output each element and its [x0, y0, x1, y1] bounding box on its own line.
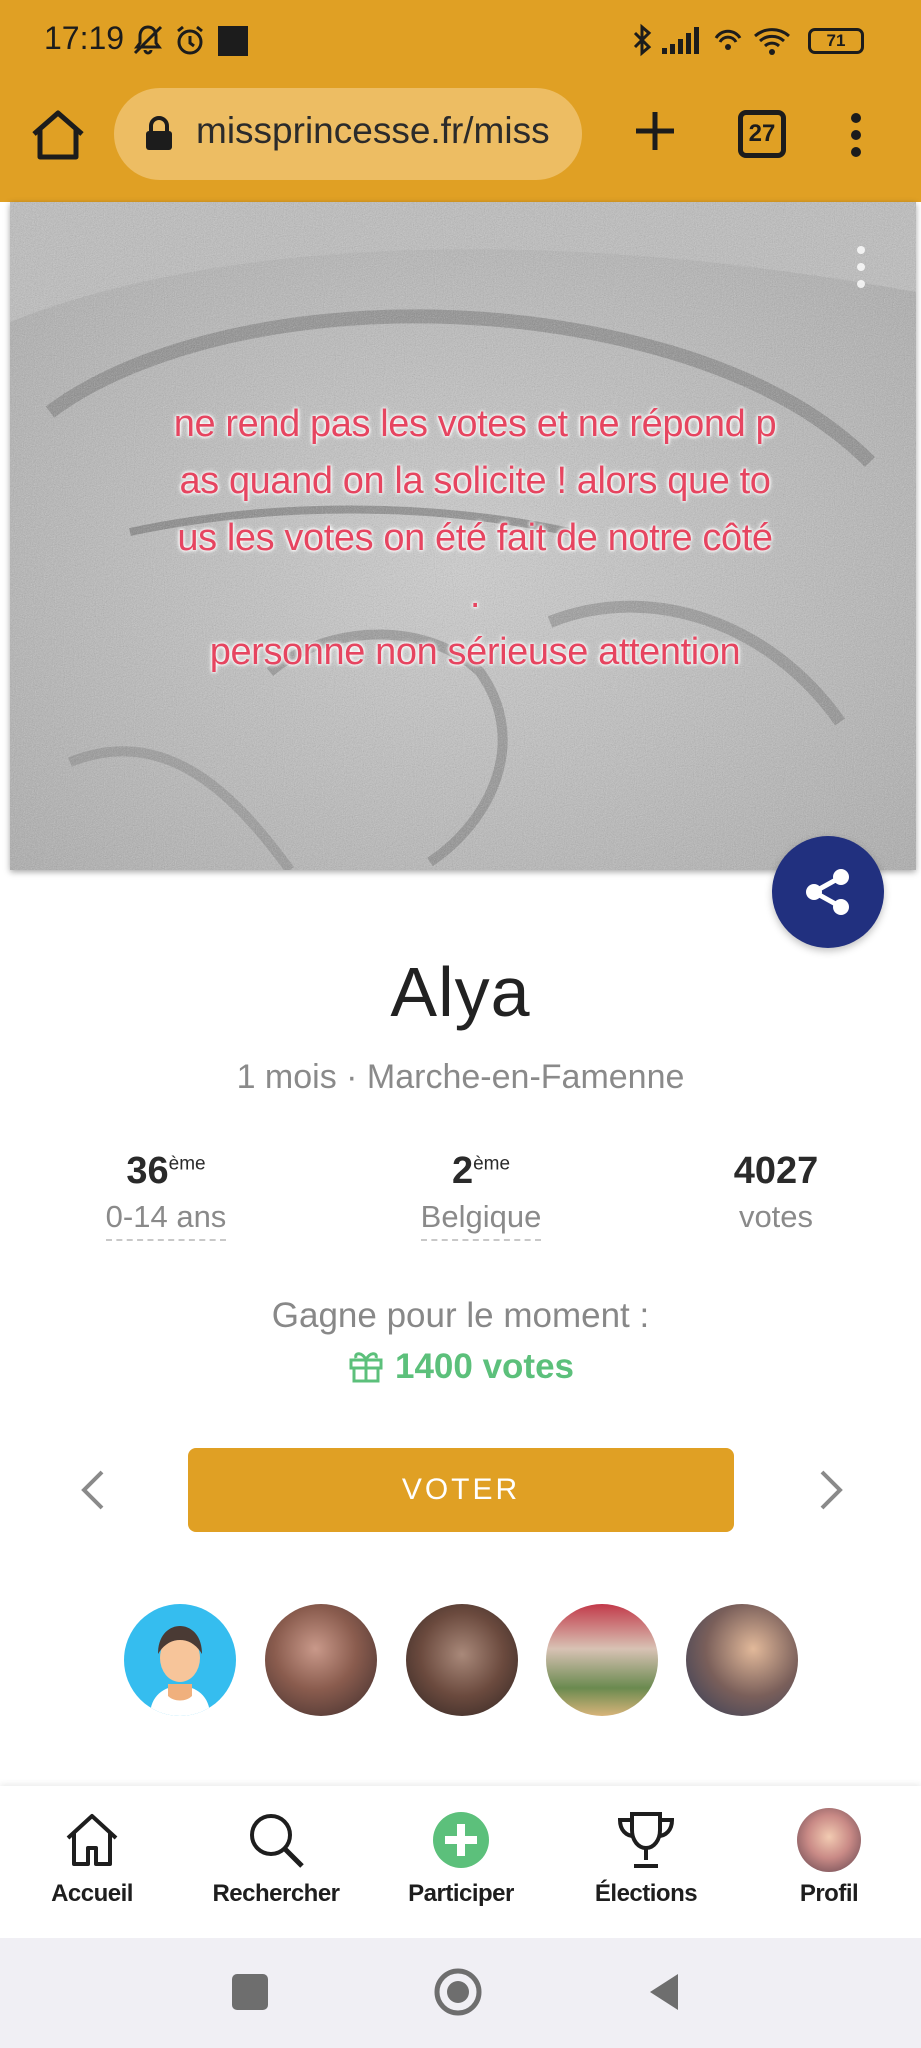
stat-label: Belgique: [420, 1199, 542, 1241]
status-time: 17:19: [44, 20, 125, 56]
stat-label: votes: [738, 1199, 814, 1234]
photo-caption-text: ne rend pas les votes et ne répond p as …: [173, 403, 777, 673]
profile-meta: 1 mois · Marche-en-Famenne: [236, 1058, 685, 1096]
stat-value: 36ème: [126, 1150, 206, 1192]
more-menu-icon[interactable]: [844, 112, 868, 158]
lock-icon: [146, 116, 172, 150]
gain-label: Gagne pour le moment :: [271, 1296, 650, 1335]
battery-indicator: 71: [808, 28, 864, 54]
tab-count: 27: [748, 120, 776, 147]
nav-item-rechercher[interactable]: Rechercher: [201, 1808, 351, 1908]
wifi-icon: [754, 28, 790, 55]
plus-circle-icon: [433, 1812, 489, 1868]
recent-apps-icon[interactable]: [232, 1974, 268, 2010]
nav-label: Participer: [408, 1880, 514, 1907]
battery-level: 71: [826, 31, 846, 50]
share-button[interactable]: [772, 836, 884, 948]
chevron-left-icon[interactable]: [76, 1468, 112, 1512]
stat-votes: 4027 votes: [656, 1150, 896, 1235]
candidate-avatar[interactable]: [265, 1604, 377, 1716]
nav-label: Élections: [594, 1880, 698, 1907]
new-tab-icon[interactable]: [630, 106, 680, 156]
search-icon: [250, 1814, 304, 1868]
photo-options-icon[interactable]: [854, 244, 868, 290]
bluetooth-icon: [633, 23, 652, 57]
stat-value: 2ème: [451, 1150, 511, 1192]
gift-icon: [349, 1352, 383, 1383]
gain-votes-text: 1400 votes: [394, 1347, 575, 1386]
alarm-icon: [177, 25, 203, 55]
stat-label: 0-14 ans: [105, 1199, 227, 1241]
home-icon: [66, 1814, 118, 1866]
url-text: missprincesse.fr/miss: [196, 110, 550, 151]
nav-item-elections[interactable]: Élections: [571, 1808, 721, 1908]
vote-button[interactable]: VOTER: [188, 1448, 734, 1532]
back-triangle-icon[interactable]: [646, 1970, 682, 2014]
gain-votes: 1400 votes: [0, 1346, 921, 1387]
trophy-icon: [617, 1812, 675, 1868]
url-bar[interactable]: missprincesse.fr/miss: [114, 88, 582, 180]
chevron-right-icon[interactable]: [812, 1468, 848, 1512]
candidate-avatar[interactable]: [406, 1604, 518, 1716]
candidate-avatar[interactable]: [124, 1604, 236, 1716]
stat-age-rank[interactable]: 36ème 0-14 ans: [46, 1150, 286, 1241]
stat-country-rank[interactable]: 2ème Belgique: [361, 1150, 601, 1241]
signal-icon: [662, 27, 699, 54]
mute-bell-icon: [133, 25, 163, 55]
stat-value: 4027: [733, 1150, 819, 1192]
home-icon[interactable]: [28, 108, 88, 162]
nav-label: Rechercher: [212, 1880, 340, 1907]
status-bar: 17:19 71: [0, 0, 921, 84]
nav-label: Profil: [799, 1880, 859, 1907]
share-icon: [806, 869, 849, 915]
tab-switcher-button[interactable]: 27: [738, 110, 786, 158]
default-person-icon: [150, 1626, 210, 1716]
bottom-navigation: Accueil Rechercher Participer Élections …: [0, 1786, 921, 1938]
nav-label: Accueil: [51, 1880, 133, 1907]
avatar: [797, 1808, 861, 1872]
home-circle-icon[interactable]: [432, 1966, 484, 2018]
system-navigation-bar: [0, 1938, 921, 2048]
hotspot-icon: [714, 29, 742, 50]
nav-item-participer[interactable]: Participer: [386, 1808, 536, 1908]
profile-name: Alya: [390, 953, 531, 1031]
candidate-avatar[interactable]: [686, 1604, 798, 1716]
nav-item-profil[interactable]: Profil: [754, 1808, 904, 1908]
nav-item-accueil[interactable]: Accueil: [17, 1808, 167, 1908]
notification-square-icon: [218, 26, 248, 56]
candidate-avatar[interactable]: [546, 1604, 658, 1716]
